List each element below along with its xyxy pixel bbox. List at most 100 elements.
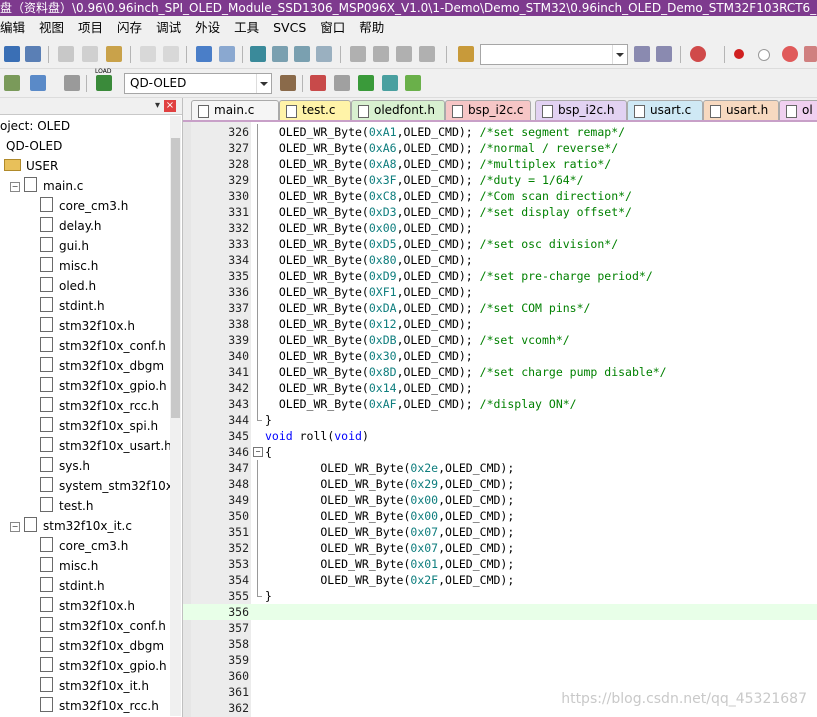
paste-icon[interactable] — [106, 46, 122, 62]
load-icon[interactable]: LOAD — [95, 68, 112, 91]
code-line[interactable]: 352 OLED_WR_Byte(0x07,OLED_CMD); — [183, 540, 817, 556]
tree-item[interactable]: stm32f10x_conf.h — [40, 336, 166, 356]
code-line[interactable]: 338 OLED_WR_Byte(0x12,OLED_CMD); — [183, 316, 817, 332]
code-line[interactable]: 329 OLED_WR_Byte(0x3F,OLED_CMD); /*duty … — [183, 172, 817, 188]
code-line[interactable]: 340 OLED_WR_Byte(0x30,OLED_CMD); — [183, 348, 817, 364]
tree-item[interactable]: misc.h — [40, 556, 98, 576]
close-icon[interactable]: × — [164, 100, 176, 112]
code-line[interactable]: 336 OLED_WR_Byte(0XF1,OLED_CMD); — [183, 284, 817, 300]
disable-breakpoint-icon[interactable] — [758, 49, 770, 61]
tree-item[interactable]: test.h — [40, 496, 93, 516]
tree-item[interactable]: system_stm32f10x — [40, 476, 170, 496]
copy-icon[interactable] — [82, 46, 98, 62]
tree-item[interactable]: stdint.h — [40, 576, 105, 596]
code-line[interactable]: 345 void roll(void) — [183, 428, 817, 444]
code-line[interactable]: 349 OLED_WR_Byte(0x00,OLED_CMD); — [183, 492, 817, 508]
pack-installer-icon[interactable] — [358, 75, 374, 91]
menu-item[interactable]: 项目 — [78, 16, 103, 40]
code-line[interactable]: 335 OLED_WR_Byte(0xD9,OLED_CMD); /*set p… — [183, 268, 817, 284]
navigate-forward-icon[interactable] — [219, 46, 235, 62]
code-line[interactable]: 347 OLED_WR_Byte(0x2e,OLED_CMD); — [183, 460, 817, 476]
rte-icon[interactable] — [382, 75, 398, 91]
tree-item[interactable]: stm32f10x_usart.h — [40, 436, 170, 456]
event-recorder-icon[interactable] — [405, 75, 421, 91]
target-select[interactable]: QD-OLED — [124, 73, 272, 94]
undo-icon[interactable] — [140, 46, 156, 62]
tree-item[interactable]: stm32f10x_rcc.h — [40, 396, 159, 416]
menu-item[interactable]: 编辑 — [0, 16, 25, 40]
code-line[interactable]: 355} — [183, 588, 817, 604]
menu-item[interactable]: 窗口 — [320, 16, 345, 40]
code-line[interactable]: 334 OLED_WR_Byte(0x80,OLED_CMD); — [183, 252, 817, 268]
bookmark-icon[interactable] — [250, 46, 266, 62]
tree-item[interactable]: misc.h — [40, 256, 98, 276]
code-line[interactable]: 344} — [183, 412, 817, 428]
code-line[interactable]: 330 OLED_WR_Byte(0xC8,OLED_CMD); /*Com s… — [183, 188, 817, 204]
code-line[interactable]: 337 OLED_WR_Byte(0xDA,OLED_CMD); /*set C… — [183, 300, 817, 316]
tree-item[interactable]: stm32f10x_spi.h — [40, 416, 158, 436]
code-line[interactable]: 353 OLED_WR_Byte(0x01,OLED_CMD); — [183, 556, 817, 572]
code-line[interactable]: 341 OLED_WR_Byte(0x8D,OLED_CMD); /*set c… — [183, 364, 817, 380]
tab[interactable]: main.c — [191, 100, 279, 120]
menu-item[interactable]: 闪存 — [117, 16, 142, 40]
kill-breakpoints-icon[interactable] — [782, 46, 798, 62]
tab[interactable]: test.c — [279, 100, 351, 120]
tree-item[interactable]: stm32f10x_conf.h — [40, 616, 166, 636]
menu-item[interactable]: SVCS — [273, 16, 306, 40]
translate-icon[interactable] — [4, 75, 20, 91]
build-icon[interactable] — [30, 75, 46, 91]
indent-icon[interactable] — [350, 46, 366, 62]
code-line[interactable]: 358 — [183, 636, 817, 652]
code-line[interactable]: 350 OLED_WR_Byte(0x00,OLED_CMD); — [183, 508, 817, 524]
tree-item[interactable]: core_cm3.h — [40, 196, 128, 216]
tree-item[interactable]: gui.h — [40, 236, 89, 256]
tree-item[interactable]: stm32f10x_dbgm — [40, 356, 164, 376]
clear-bookmarks-icon[interactable] — [316, 46, 332, 62]
tree-item[interactable]: delay.h — [40, 216, 102, 236]
code-line[interactable]: 346 {− — [183, 444, 817, 460]
uncomment-icon[interactable] — [419, 46, 435, 62]
code-line[interactable]: 326 OLED_WR_Byte(0xA1,OLED_CMD); /*set s… — [183, 124, 817, 140]
save-all-icon[interactable] — [25, 46, 41, 62]
menu-item[interactable]: 调试 — [156, 16, 181, 40]
tree-item[interactable]: stm32f10x.h — [40, 596, 135, 616]
comment-icon[interactable] — [396, 46, 412, 62]
more-icon[interactable] — [804, 46, 817, 62]
tree-item[interactable]: QD-OLED — [6, 136, 62, 156]
code-line[interactable]: 331 OLED_WR_Byte(0xD3,OLED_CMD); /*set d… — [183, 204, 817, 220]
tree-item[interactable]: − stm32f10x_it.c — [10, 516, 132, 536]
code-line[interactable]: 360 — [183, 668, 817, 684]
tree-item[interactable]: stm32f10x.h — [40, 316, 135, 336]
menu-item[interactable]: 工具 — [234, 16, 259, 40]
code-editor[interactable]: 326 OLED_WR_Byte(0xA1,OLED_CMD); /*set s… — [183, 122, 817, 717]
rebuild-icon[interactable] — [64, 75, 80, 91]
code-line[interactable]: 342 OLED_WR_Byte(0x14,OLED_CMD); — [183, 380, 817, 396]
code-line[interactable]: 357 — [183, 620, 817, 636]
tree-item[interactable]: − main.c — [10, 176, 83, 196]
prev-bookmark-icon[interactable] — [272, 46, 288, 62]
unindent-icon[interactable] — [373, 46, 389, 62]
tree-item[interactable]: sys.h — [40, 456, 90, 476]
tab[interactable]: usart.h — [703, 100, 779, 120]
save-icon[interactable] — [4, 46, 20, 62]
select-packs-icon[interactable] — [334, 75, 350, 91]
tree-item[interactable]: oled.h — [40, 276, 96, 296]
tab[interactable]: oledfont.h — [351, 100, 445, 120]
debug-start-icon[interactable] — [690, 46, 706, 62]
next-bookmark-icon[interactable] — [294, 46, 310, 62]
code-line[interactable]: 351 OLED_WR_Byte(0x07,OLED_CMD); — [183, 524, 817, 540]
code-line[interactable]: 332 OLED_WR_Byte(0x00,OLED_CMD); — [183, 220, 817, 236]
tree-item[interactable]: stm32f10x_rcc.h — [40, 696, 159, 716]
tab[interactable]: ol — [779, 100, 817, 120]
find-in-files-icon[interactable] — [458, 46, 474, 62]
collapse-icon[interactable]: − — [10, 182, 20, 192]
manage-components-icon[interactable] — [310, 75, 326, 91]
tree-item[interactable]: stm32f10x_gpio.h — [40, 656, 167, 676]
breakpoint-icon[interactable] — [734, 49, 744, 59]
find-combobox[interactable] — [480, 44, 628, 65]
target-options-icon[interactable] — [280, 75, 296, 91]
incremental-find-icon[interactable] — [656, 46, 672, 62]
tab[interactable]: bsp_i2c.c — [445, 100, 531, 120]
code-line[interactable]: 348 OLED_WR_Byte(0x29,OLED_CMD); — [183, 476, 817, 492]
menu-item[interactable]: 帮助 — [359, 16, 384, 40]
